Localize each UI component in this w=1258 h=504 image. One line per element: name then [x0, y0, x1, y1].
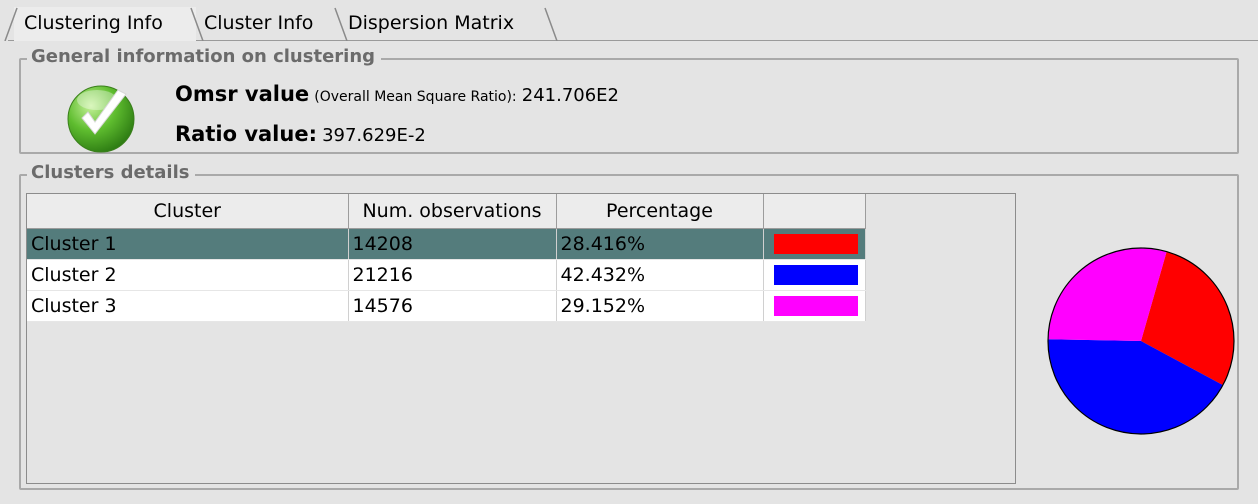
- table-header-row: Cluster Num. observations Percentage: [27, 194, 866, 229]
- clusters-details-title: Clusters details: [27, 163, 196, 183]
- omsr-line: Omsr value (Overall Mean Square Ratio): …: [175, 82, 619, 106]
- color-cell[interactable]: [763, 228, 866, 260]
- table-row[interactable]: Cluster 1 14208 28.416%: [27, 228, 866, 260]
- checkmark-icon: [64, 80, 138, 158]
- tab-label: Dispersion Matrix: [348, 12, 515, 34]
- color-swatch: [773, 233, 858, 254]
- table-row[interactable]: Cluster 2 21216 42.432%: [27, 259, 866, 291]
- ratio-line: Ratio value: 397.629E-2: [175, 122, 426, 146]
- omsr-sublabel: (Overall Mean Square Ratio):: [314, 89, 517, 105]
- clusters-table: Cluster Num. observations Percentage Clu…: [27, 194, 866, 322]
- tab-bar: Clustering Info Cluster Info Dispersion …: [0, 0, 1258, 42]
- percentage-cell[interactable]: 28.416%: [556, 228, 764, 260]
- num-observations-cell[interactable]: 14208: [348, 228, 557, 260]
- color-swatch: [773, 295, 858, 316]
- ratio-label: Ratio value:: [175, 122, 317, 146]
- num-observations-cell[interactable]: 14576: [348, 290, 557, 322]
- omsr-value: 241.706E2: [521, 85, 620, 106]
- table-row[interactable]: Cluster 3 14576 29.152%: [27, 290, 866, 322]
- column-header-num-observations[interactable]: Num. observations: [348, 194, 557, 229]
- ratio-value: 397.629E-2: [322, 125, 426, 146]
- tab-label: Clustering Info: [24, 12, 163, 34]
- cluster-pie-chart: [1047, 247, 1235, 435]
- cluster-name-cell[interactable]: Cluster 1: [27, 228, 349, 260]
- cluster-name-cell[interactable]: Cluster 3: [27, 290, 349, 322]
- clusters-table-viewport[interactable]: Cluster Num. observations Percentage Clu…: [26, 193, 1016, 484]
- color-cell[interactable]: [763, 259, 866, 291]
- tab-clustering-info[interactable]: Clustering Info: [4, 7, 204, 41]
- column-header-percentage[interactable]: Percentage: [556, 194, 764, 229]
- general-info-title: General information on clustering: [27, 47, 382, 67]
- tab-dispersion-matrix[interactable]: Dispersion Matrix: [338, 7, 558, 41]
- percentage-cell[interactable]: 42.432%: [556, 259, 764, 291]
- column-header-color[interactable]: [763, 194, 866, 229]
- column-header-cluster[interactable]: Cluster: [27, 194, 349, 229]
- color-cell[interactable]: [763, 290, 866, 322]
- cluster-name-cell[interactable]: Cluster 2: [27, 259, 349, 291]
- tab-label: Cluster Info: [204, 12, 314, 34]
- tab-cluster-info[interactable]: Cluster Info: [194, 7, 348, 41]
- percentage-cell[interactable]: 29.152%: [556, 290, 764, 322]
- color-swatch: [773, 264, 858, 285]
- num-observations-cell[interactable]: 21216: [348, 259, 557, 291]
- omsr-label: Omsr value: [175, 82, 310, 106]
